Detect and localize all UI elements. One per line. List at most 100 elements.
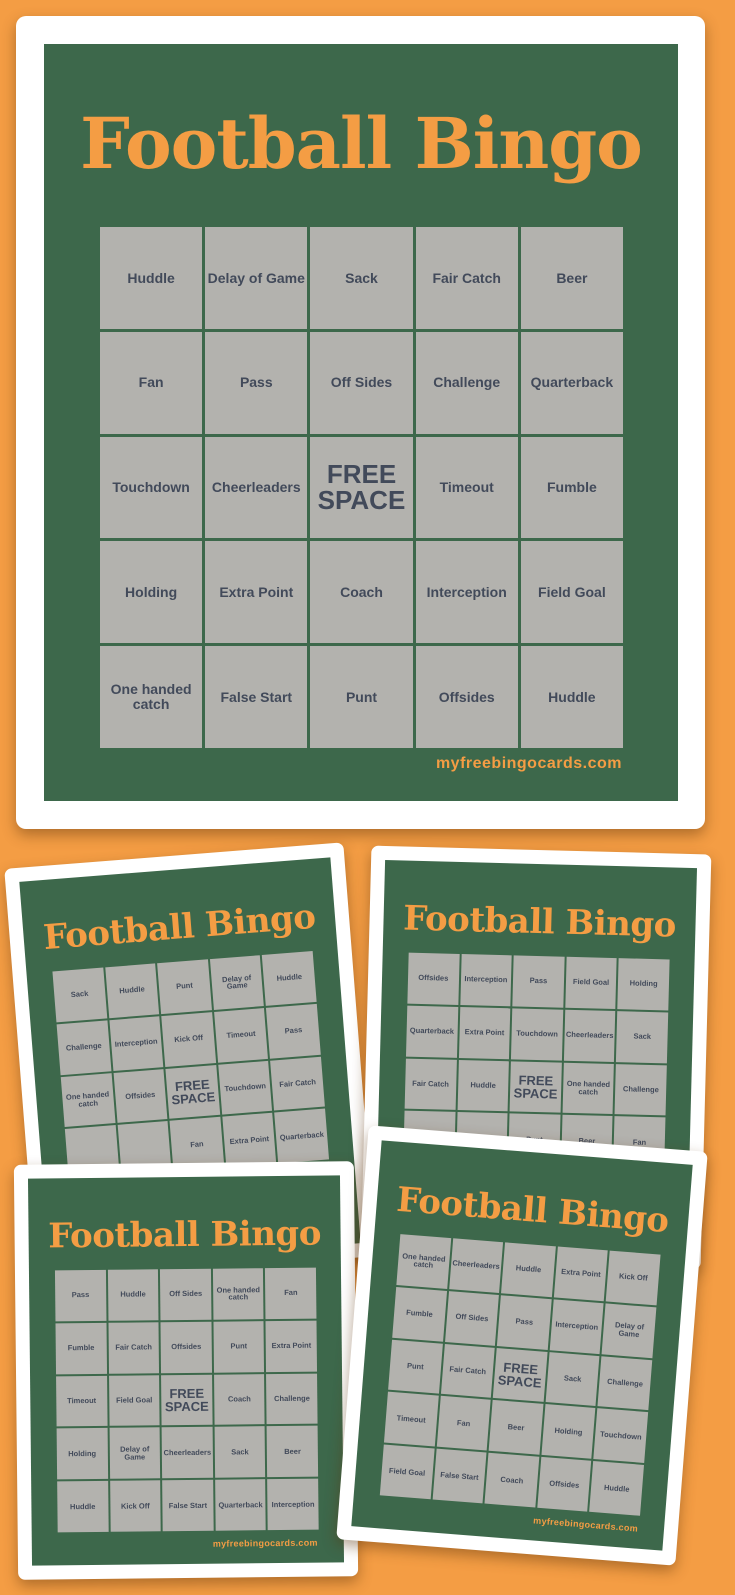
bingo-cell: False Start (432, 1448, 487, 1504)
bingo-cell: Kick Off (109, 1480, 161, 1532)
bingo-cell: Timeout (383, 1392, 439, 1447)
bingo-cell: Kick Off (606, 1250, 661, 1306)
bingo-cell: Delay of Game (601, 1303, 657, 1358)
bingo-cell: Fair Catch (415, 227, 518, 329)
bingo-cell: Interception (459, 954, 512, 1007)
bingo-cell: Fumble (520, 436, 623, 539)
bingo-cell: Fair Catch (440, 1343, 495, 1399)
bingo-cell: Beer (266, 1426, 319, 1478)
bingo-cell: Punt (157, 959, 212, 1014)
bingo-cell: Huddle (501, 1242, 556, 1297)
bingo-cell: Huddle (104, 963, 160, 1019)
bingo-cell: Cheerleaders (161, 1427, 213, 1479)
bingo-cell: Fan (265, 1267, 317, 1319)
bingo-cell: Off Sides (444, 1290, 500, 1346)
bingo-cell: Off Sides (310, 331, 413, 434)
bingo-cell: Extra Point (222, 1113, 277, 1168)
bingo-cell: Huddle (262, 951, 317, 1006)
free-space-cell: FREE SPACE (165, 1064, 221, 1120)
bingo-cell: One handed catch (100, 646, 203, 748)
bingo-cell: Huddle (457, 1059, 510, 1112)
bingo-board: Football Bingo One handed catch Cheerlead… (351, 1140, 693, 1551)
bingo-cell: Challenge (56, 1020, 112, 1075)
bingo-grid: Huddle Delay of Game Sack Fair Catch Beer Fan… (100, 227, 623, 748)
bingo-cell: Holding (541, 1404, 596, 1460)
bingo-cell: Huddle (520, 646, 623, 748)
free-space-cell: FREE SPACE (310, 436, 413, 539)
bingo-cell: Huddle (57, 1481, 109, 1533)
bingo-cell: Delay of Game (109, 1427, 161, 1479)
bingo-cell: Sack (214, 1426, 266, 1478)
bingo-cell: False Start (205, 646, 308, 748)
bingo-cell: Pass (54, 1269, 107, 1322)
bingo-cell: Pass (497, 1295, 552, 1350)
thumbnail-card-3[interactable]: Football Bingo Pass Huddle Off Sides One ha… (13, 1161, 359, 1580)
bingo-cell: Challenge (415, 331, 518, 434)
bingo-cell: Sack (545, 1351, 600, 1407)
bingo-cell: Offsides (160, 1321, 212, 1373)
card-title: Football Bingo (48, 1213, 322, 1257)
bingo-cell: Extra Point (553, 1246, 609, 1302)
bingo-cell: Fan (100, 331, 203, 434)
bingo-cell: One handed catch (396, 1234, 451, 1289)
bingo-cell: Cheerleaders (448, 1238, 504, 1293)
card-title: Football Bingo (402, 898, 677, 946)
bingo-cell: Fair Catch (108, 1322, 160, 1374)
bingo-cell: Timeout (415, 436, 518, 539)
bingo-cell: Challenge (614, 1063, 667, 1116)
bingo-cell: Sack (310, 227, 413, 329)
free-space-cell: FREE SPACE (509, 1060, 562, 1114)
site-watermark: myfreebingocards.com (435, 755, 622, 772)
bingo-cell: Huddle (100, 227, 203, 329)
bingo-cell: Touchdown (218, 1060, 273, 1116)
bingo-grid: One handed catch Cheerleaders Huddle Extra … (379, 1234, 661, 1516)
thumbnail-card-4[interactable]: Football Bingo One handed catch Cheerlead… (336, 1125, 708, 1566)
bingo-cell: Timeout (56, 1375, 108, 1427)
main-bingo-card: Football Bingo Huddle Delay of Game Sack Fa… (16, 16, 705, 829)
card-title: Football Bingo (80, 102, 643, 185)
bingo-cell: Field Goal (565, 956, 618, 1009)
bingo-cell: Off Sides (160, 1268, 212, 1321)
bingo-cell: Interception (267, 1478, 319, 1531)
bingo-cell: Offsides (113, 1068, 168, 1124)
bingo-board: Football Bingo Huddle Delay of Game Sack Fa… (44, 44, 678, 801)
bingo-cell: Punt (213, 1320, 265, 1373)
bingo-cell: Pass (266, 1003, 321, 1059)
bingo-cell: Field Goal (520, 541, 623, 644)
card-title: Football Bingo (395, 1179, 671, 1242)
bingo-cell: Quarterback (214, 1479, 267, 1531)
bingo-cell: Beer (520, 227, 623, 329)
bingo-cell: Delay of Game (209, 955, 265, 1010)
bingo-cell: Quarterback (405, 1005, 458, 1058)
bingo-cell: Extra Point (265, 1320, 317, 1372)
bingo-cell: Touchdown (100, 436, 203, 539)
bingo-grid: Pass Huddle Off Sides One handed catch Fan Fu… (54, 1267, 319, 1533)
bingo-cell: Beer (488, 1400, 544, 1455)
bingo-cell: Sack (616, 1010, 669, 1064)
bingo-cell: Pass (512, 955, 565, 1008)
bingo-cell: One handed catch (212, 1268, 264, 1320)
bingo-cell: Offsides (407, 952, 460, 1005)
bingo-cell: Cheerleaders (563, 1009, 616, 1062)
bingo-cell: Touchdown (511, 1008, 564, 1061)
bingo-cell: Offsides (537, 1457, 592, 1512)
bingo-cell: Extra Point (458, 1006, 511, 1059)
bingo-cell: Coach (213, 1373, 265, 1426)
bingo-cell: Quarterback (274, 1108, 330, 1164)
bingo-cell: One handed catch (562, 1062, 615, 1115)
bingo-cell: Fair Catch (404, 1058, 457, 1111)
free-space-cell: FREE SPACE (492, 1347, 548, 1403)
bingo-cell: Fan (436, 1396, 491, 1451)
bingo-cell: Pass (205, 331, 308, 434)
bingo-cell: Challenge (266, 1373, 318, 1425)
bingo-cell: Offsides (415, 646, 518, 748)
bingo-cell: Interception (415, 541, 518, 644)
bingo-cell: Fumble (392, 1286, 447, 1342)
site-watermark: myfreebingocards.com (212, 1537, 318, 1549)
bingo-cell: Fumble (55, 1322, 107, 1374)
bingo-cell: Punt (388, 1339, 443, 1394)
bingo-cell: Kick Off (161, 1011, 216, 1067)
bingo-cell: Quarterback (520, 331, 623, 434)
bingo-cell: One handed catch (60, 1072, 116, 1128)
bingo-cell: Huddle (107, 1269, 159, 1321)
